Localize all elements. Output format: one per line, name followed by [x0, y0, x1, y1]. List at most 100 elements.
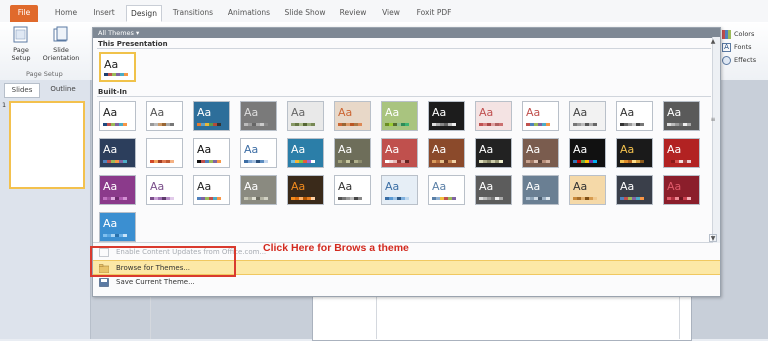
- theme-preview-text: Aa: [338, 106, 353, 119]
- save-theme-label: Save Current Theme...: [116, 278, 195, 286]
- theme-color-swatch: [620, 123, 644, 126]
- theme-color-swatch: [291, 123, 315, 126]
- theme-preview-text: Aa: [526, 106, 541, 119]
- theme-color-swatch: [291, 160, 315, 163]
- ribbon-tab-bar: File Home Insert Design Transitions Anim…: [0, 0, 768, 23]
- tab-animations[interactable]: Animations: [224, 5, 274, 22]
- theme-thumbnail[interactable]: Aa: [334, 138, 371, 168]
- theme-thumbnail[interactable]: Aa: [616, 138, 653, 168]
- theme-thumbnail[interactable]: Aa: [475, 101, 512, 131]
- theme-color-swatch: [526, 197, 550, 200]
- theme-color-swatch: [103, 234, 127, 237]
- theme-thumbnail[interactable]: Aa: [475, 175, 512, 205]
- theme-color-swatch: [104, 73, 128, 76]
- theme-color-swatch: [385, 160, 409, 163]
- theme-thumbnail[interactable]: Aa: [428, 101, 465, 131]
- slide-thumbnail[interactable]: [9, 101, 85, 189]
- theme-thumbnail[interactable]: Aa: [240, 138, 277, 168]
- theme-thumbnail[interactable]: Aa: [522, 101, 559, 131]
- theme-thumbnail[interactable]: Aa: [287, 101, 324, 131]
- theme-thumbnail[interactable]: Aa: [663, 101, 700, 131]
- theme-thumbnail[interactable]: Aa: [381, 101, 418, 131]
- tab-file[interactable]: File: [10, 5, 38, 22]
- tab-foxit-pdf[interactable]: Foxit PDF: [412, 5, 456, 22]
- page-setup-group-label: Page Setup: [26, 70, 63, 78]
- theme-preview-text: Aa: [667, 106, 682, 119]
- theme-preview-text: Aa: [573, 143, 588, 156]
- theme-thumbnail[interactable]: Aa: [522, 175, 559, 205]
- theme-preview-text: Aa: [573, 106, 588, 119]
- gallery-header-label: All Themes: [98, 29, 134, 37]
- theme-thumbnail[interactable]: Aa: [616, 101, 653, 131]
- scroll-up-icon[interactable]: ▲: [709, 38, 717, 46]
- tutorial-annotation: Click Here for Brows a theme: [263, 242, 409, 254]
- theme-preview-text: Aa: [197, 143, 212, 156]
- gallery-more-icon[interactable]: ≡: [709, 116, 717, 124]
- theme-thumbnail[interactable]: Aa: [193, 175, 230, 205]
- theme-color-swatch: [150, 197, 174, 200]
- theme-thumbnail[interactable]: Aa: [99, 175, 136, 205]
- theme-thumbnail[interactable]: Aa: [99, 101, 136, 131]
- theme-thumbnail[interactable]: Aa: [193, 101, 230, 131]
- theme-thumbnail[interactable]: Aa: [569, 101, 606, 131]
- colors-icon: [722, 29, 731, 39]
- theme-thumbnail[interactable]: Aa: [381, 138, 418, 168]
- tab-slides[interactable]: Slides: [4, 83, 40, 98]
- theme-thumbnail[interactable]: Aa: [569, 138, 606, 168]
- theme-preview-text: Aa: [150, 106, 165, 119]
- tab-slide-show[interactable]: Slide Show: [280, 5, 330, 22]
- fonts-label: Fonts: [734, 43, 752, 51]
- theme-color-swatch: [150, 123, 174, 126]
- tab-outline[interactable]: Outline: [44, 83, 82, 96]
- theme-thumbnail[interactable]: Aa: [663, 175, 700, 205]
- theme-thumbnail[interactable]: Aa: [663, 138, 700, 168]
- theme-preview-text: Aa: [244, 106, 259, 119]
- theme-color-swatch: [526, 123, 550, 126]
- fonts-button[interactable]: A Fonts: [722, 41, 752, 53]
- theme-thumbnail[interactable]: Aa: [193, 138, 230, 168]
- theme-thumbnail[interactable]: Aa: [334, 175, 371, 205]
- theme-thumbnail[interactable]: Aa: [240, 175, 277, 205]
- effects-button[interactable]: Effects: [722, 54, 756, 66]
- theme-thumbnail[interactable]: Aa: [287, 138, 324, 168]
- theme-preview-text: Aa: [479, 143, 494, 156]
- theme-thumbnail[interactable]: Aa: [428, 138, 465, 168]
- tab-review[interactable]: Review: [336, 5, 370, 22]
- tab-insert[interactable]: Insert: [88, 5, 120, 22]
- theme-preview-text: Aa: [244, 180, 259, 193]
- theme-thumbnail[interactable]: Aa: [569, 175, 606, 205]
- theme-preview-text: Aa: [385, 180, 400, 193]
- theme-thumbnail[interactable]: Aa: [381, 175, 418, 205]
- theme-preview-text: Aa: [291, 106, 306, 119]
- scroll-down-icon[interactable]: ▼: [709, 234, 717, 242]
- theme-color-swatch: [338, 160, 362, 163]
- theme-thumbnail[interactable]: Aa: [99, 138, 136, 168]
- slide-orientation-button[interactable]: Slide Orientation: [40, 26, 82, 64]
- page-setup-button[interactable]: Page Setup: [4, 26, 38, 64]
- theme-preview-text: Aa: [338, 180, 353, 193]
- tab-view[interactable]: View: [376, 5, 406, 22]
- theme-preview-text: Aa: [432, 143, 447, 156]
- theme-preview-text: Aa: [526, 143, 541, 156]
- theme-thumbnail[interactable]: Aa: [616, 175, 653, 205]
- highlight-box: [90, 246, 236, 277]
- theme-thumbnail[interactable]: Aa: [240, 101, 277, 131]
- theme-thumbnail[interactable]: Aa: [287, 175, 324, 205]
- theme-color-swatch: [291, 197, 315, 200]
- theme-thumbnail[interactable]: Aa: [99, 212, 136, 242]
- current-theme-thumbnail[interactable]: Aa: [99, 52, 136, 82]
- theme-preview-text: Aa: [197, 180, 212, 193]
- save-theme-item[interactable]: Save Current Theme...: [93, 275, 720, 290]
- tab-transitions[interactable]: Transitions: [168, 5, 218, 22]
- theme-thumbnail[interactable]: Aa: [146, 101, 183, 131]
- theme-thumbnail[interactable]: Aa: [146, 175, 183, 205]
- colors-button[interactable]: Colors: [722, 28, 754, 40]
- theme-thumbnail[interactable]: Aa: [475, 138, 512, 168]
- tab-home[interactable]: Home: [50, 5, 82, 22]
- theme-thumbnail[interactable]: Aa: [334, 101, 371, 131]
- theme-thumbnail[interactable]: Aa: [522, 138, 559, 168]
- tab-design[interactable]: Design: [126, 5, 162, 22]
- theme-thumbnail[interactable]: Aa: [146, 138, 183, 168]
- gallery-scrollbar[interactable]: [712, 37, 720, 243]
- theme-thumbnail[interactable]: Aa: [428, 175, 465, 205]
